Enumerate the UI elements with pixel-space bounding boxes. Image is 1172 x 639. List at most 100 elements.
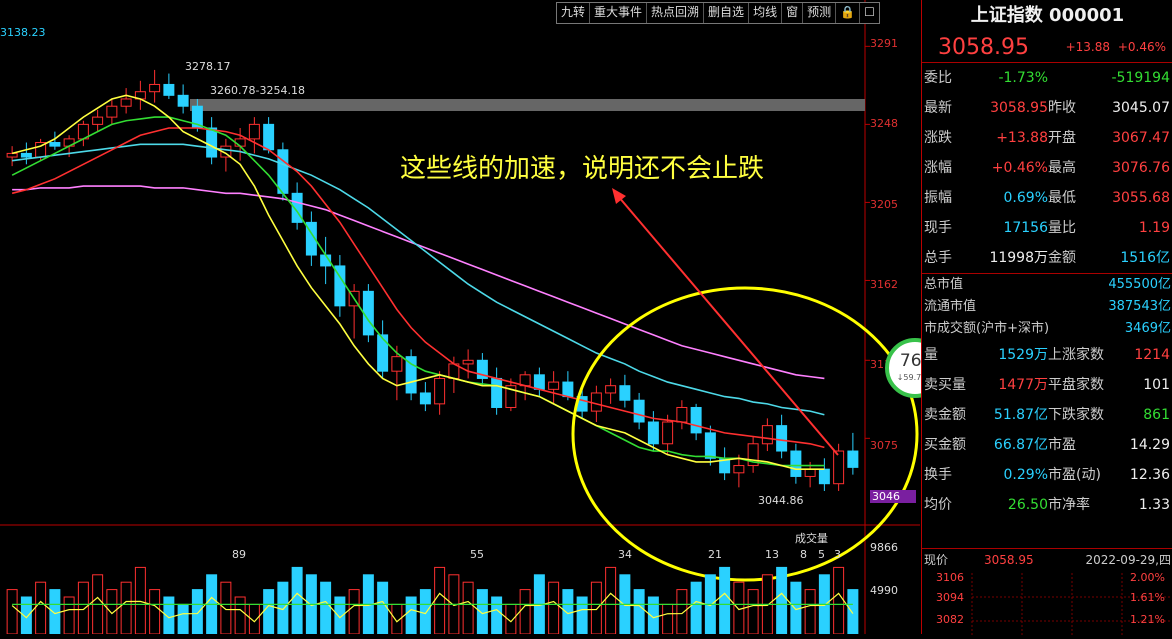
candle-body — [676, 406, 688, 423]
volume-bar — [776, 566, 788, 634]
volume-bar — [833, 566, 845, 634]
volume-bar — [348, 589, 360, 634]
candle-body — [562, 381, 574, 398]
rows-row: 总手 11998万 金额 1516亿 — [922, 243, 1172, 273]
candle-body — [434, 377, 446, 405]
kline-chart[interactable] — [0, 0, 920, 634]
volume-bar — [605, 566, 617, 634]
toolbar-remove-watchlist-button[interactable]: 删自选 — [704, 3, 750, 23]
trade-stats: 量 1529万 上涨家数 1214 卖买量 1477万 平盘家数 101 卖金额 51.87亿 下跌… — [922, 340, 1172, 520]
volume-bar — [77, 581, 89, 634]
cap-row: 市成交额(沪市+深市) 3469亿 — [922, 318, 1172, 340]
volume-bar — [149, 589, 161, 634]
stat-label: 昨收 — [1048, 100, 1076, 116]
y-tick: 3291 — [870, 37, 898, 50]
rows2-row: 均价 26.50 市净率 1.33 — [922, 490, 1172, 520]
volume-bar — [234, 596, 246, 634]
volume-bar — [690, 581, 702, 634]
price-change-pct: +0.46% — [1117, 40, 1166, 54]
stat-label: 总手 — [924, 250, 952, 266]
candle-body — [662, 421, 674, 445]
ma120-line — [12, 185, 825, 380]
kline-chart-panel[interactable]: 3138.23 九转 重大事件 热点回溯 删自选 均线 窗 预测 🔒 ☐ 329… — [0, 0, 945, 634]
candle-body — [149, 83, 161, 93]
volume-bar — [491, 596, 503, 634]
stat-label: 最高 — [1048, 160, 1076, 176]
stat-label: 金额 — [1048, 250, 1076, 266]
rows2-row: 买金额 66.87亿 市盈 14.29 — [922, 430, 1172, 460]
mini-y-tick: 3082 — [936, 613, 964, 626]
volume-bar — [49, 589, 61, 634]
volume-marker: 21 — [708, 548, 722, 561]
cap-row: 总市值 455500亿 — [922, 274, 1172, 296]
volume-marker: 5 — [818, 548, 825, 561]
volume-marker: 89 — [232, 548, 246, 561]
stat-value: 1529万 — [998, 347, 1048, 363]
volume-bar — [106, 589, 118, 634]
stat-label: 卖金额 — [924, 407, 966, 423]
price-change: +13.88 — [1065, 40, 1110, 54]
volume-bar — [263, 589, 275, 634]
toolbar-forecast-button[interactable]: 预测 — [803, 3, 837, 23]
volume-bar — [747, 589, 759, 634]
candle-body — [120, 98, 132, 107]
stat-value: 3045.07 — [1112, 100, 1170, 116]
candle-body — [833, 450, 845, 485]
volume-bar — [120, 581, 132, 634]
cap-row: 流通市值 387543亿 — [922, 296, 1172, 318]
y-tick: 3162 — [870, 278, 898, 291]
mini-pct-tick: 1.21% — [1130, 613, 1165, 626]
mini-header: 现价 3058.95 2022-09-29,四 — [922, 549, 1172, 571]
candle-body — [548, 381, 560, 390]
rows-row: 现手 17156 量比 1.19 — [922, 213, 1172, 243]
volume-tick: 9866 — [870, 541, 898, 554]
candle-body — [6, 152, 18, 158]
toolbar-major-events-button[interactable]: 重大事件 — [590, 3, 648, 23]
maximize-icon[interactable]: ☐ — [860, 3, 879, 23]
toolbar-window-button[interactable]: 窗 — [782, 3, 804, 23]
stat-value: 17156 — [1003, 220, 1048, 236]
rows-row: 最新 3058.95 昨收 3045.07 — [922, 93, 1172, 123]
candle-body — [49, 142, 61, 147]
rows2-row: 量 1529万 上涨家数 1214 — [922, 340, 1172, 370]
volume-tick: 4990 — [870, 584, 898, 597]
stat-value: 26.50 — [1007, 497, 1048, 513]
mini-intraday-chart[interactable]: 现价 3058.95 2022-09-29,四 3106 3094 3082 2… — [922, 548, 1172, 635]
stat-label: 买金额 — [924, 437, 966, 453]
candle-body — [277, 149, 289, 194]
candle-body — [106, 105, 118, 118]
toolbar-hotspot-button[interactable]: 热点回溯 — [647, 3, 705, 23]
volume-bar — [562, 589, 574, 634]
volume-bar — [377, 581, 389, 634]
toolbar-ma-button[interactable]: 均线 — [749, 3, 783, 23]
volume-marker: 13 — [765, 548, 779, 561]
stat-value: 66.87亿 — [993, 437, 1048, 453]
volume-bar — [633, 589, 645, 634]
resistance-band — [190, 99, 865, 111]
rows-row: 委比 -1.73% -519194 — [922, 63, 1172, 93]
stat-value: 1.33 — [1138, 497, 1170, 513]
volume-bar — [220, 581, 232, 634]
volume-bar — [20, 596, 32, 634]
candle-body — [491, 377, 503, 408]
volume-bar — [519, 589, 531, 634]
volume-bar — [320, 581, 332, 634]
volume-bar — [676, 589, 688, 634]
rows-row: 涨跌 +13.88 开盘 3067.47 — [922, 123, 1172, 153]
toolbar-jiuzhuan-button[interactable]: 九转 — [557, 3, 591, 23]
candle-body — [818, 468, 830, 485]
candle-body — [362, 290, 374, 336]
lock-icon[interactable]: 🔒 — [836, 3, 861, 23]
stat-value: +13.88 — [996, 130, 1048, 146]
candle-body — [605, 385, 617, 394]
candle-body — [163, 83, 175, 96]
candle-body — [248, 123, 260, 140]
arrow-line — [617, 195, 839, 456]
mini-pct-tick: 1.61% — [1130, 591, 1165, 604]
stat-value: 101 — [1143, 377, 1170, 393]
volume-bar — [419, 589, 431, 634]
stat-label: 量 — [924, 347, 938, 363]
stat-label: 下跌家数 — [1048, 407, 1104, 423]
volume-bar — [35, 581, 47, 634]
stat-value: 11998万 — [989, 250, 1048, 266]
